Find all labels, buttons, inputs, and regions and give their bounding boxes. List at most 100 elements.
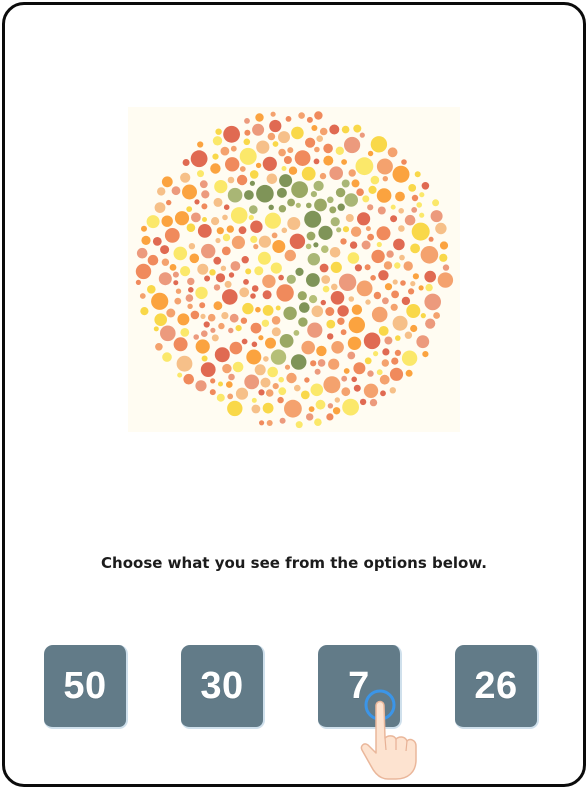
plate-dot — [197, 170, 204, 178]
plate-dot — [180, 172, 191, 183]
plate-dot — [146, 215, 160, 229]
plate-dot — [214, 347, 230, 363]
plate-dot — [223, 204, 230, 210]
plate-dot — [408, 288, 415, 295]
plate-dot — [279, 417, 286, 424]
plate-dot — [176, 355, 193, 372]
plate-dot — [244, 118, 250, 124]
plate-dot — [406, 304, 421, 318]
plate-dot — [293, 330, 300, 336]
plate-dot — [363, 332, 381, 350]
plate-dot — [414, 171, 421, 178]
plate-dot — [326, 413, 334, 421]
option-button-3[interactable]: 7 — [318, 645, 402, 729]
plate-dot — [152, 237, 162, 246]
plate-dot — [386, 250, 394, 258]
plate-dot — [153, 326, 159, 332]
plate-dot — [213, 301, 223, 311]
plate-dot — [284, 249, 296, 262]
plate-dot — [376, 188, 392, 203]
instruction-text: Choose what you see from the options bel… — [101, 554, 487, 572]
plate-dot — [297, 291, 307, 301]
plate-dot — [390, 303, 398, 311]
option-button-2[interactable]: 30 — [181, 645, 265, 729]
plate-dot — [245, 268, 252, 275]
plate-dot — [161, 258, 170, 266]
plate-dot — [314, 146, 320, 153]
plate-dot — [344, 193, 358, 207]
plate-dot — [255, 162, 262, 169]
plate-dot — [404, 331, 413, 339]
plate-dot — [351, 376, 357, 383]
plate-dot — [254, 266, 264, 276]
plate-dot — [364, 264, 371, 271]
option-button-1[interactable]: 50 — [44, 645, 128, 729]
plate-dot — [390, 204, 396, 210]
plate-dot — [306, 273, 320, 287]
plate-dot — [370, 136, 388, 153]
plate-dot — [329, 206, 337, 214]
plate-dot — [329, 166, 343, 180]
plate-dot — [321, 245, 329, 253]
plate-dot — [335, 146, 344, 155]
plate-dot — [307, 322, 323, 338]
plate-dot — [342, 226, 350, 233]
plate-dot — [338, 273, 357, 291]
plate-dot — [164, 228, 180, 243]
plate-dot — [329, 124, 340, 135]
plate-dot — [254, 364, 266, 376]
plate-dot — [328, 358, 340, 370]
plate-dot — [197, 224, 212, 238]
plate-dot — [411, 222, 430, 241]
option-button-4[interactable]: 26 — [455, 645, 539, 729]
plate-dot — [248, 214, 254, 221]
plate-dot — [278, 387, 287, 396]
plate-dot — [200, 362, 216, 377]
plate-dot — [270, 262, 282, 274]
plate-dot — [262, 402, 274, 414]
plate-dot — [195, 286, 208, 300]
plate-dot — [285, 116, 292, 122]
plate-dot — [367, 233, 374, 241]
plate-dot — [222, 233, 231, 242]
plate-dot — [437, 272, 454, 288]
plate-dot — [279, 174, 293, 188]
plate-dot — [299, 302, 310, 313]
plate-dot — [262, 290, 272, 300]
plate-dot — [211, 217, 220, 226]
plate-dot — [140, 307, 149, 316]
plate-dot — [200, 313, 206, 319]
plate-dot — [157, 187, 166, 196]
plate-dot — [232, 361, 244, 373]
plate-dot — [227, 400, 243, 417]
plate-dot — [295, 267, 304, 276]
plate-dot — [419, 192, 425, 198]
plate-dot — [212, 136, 223, 146]
plate-dot — [172, 271, 179, 278]
plate-dot — [210, 163, 221, 174]
plate-dot — [287, 147, 294, 154]
plate-dot — [201, 243, 216, 259]
plate-dot — [161, 215, 173, 227]
plate-dot — [249, 180, 255, 186]
plate-dot — [262, 156, 277, 171]
plate-dot — [246, 349, 262, 365]
plate-dot — [410, 281, 416, 287]
plate-dot — [322, 285, 330, 293]
plate-dot — [294, 384, 301, 392]
plate-dot — [389, 367, 404, 381]
plate-dot — [251, 341, 258, 348]
plate-dot — [307, 253, 320, 266]
plate-dot — [294, 150, 311, 166]
plate-dot — [332, 407, 341, 415]
plate-dot — [356, 188, 364, 196]
plate-dot — [160, 325, 176, 342]
plate-dot — [239, 147, 257, 165]
plate-dot — [410, 243, 420, 254]
plate-dot — [308, 406, 315, 412]
plate-dot — [278, 274, 284, 281]
plate-dot — [330, 261, 342, 273]
plate-dot — [197, 141, 204, 148]
plate-dot — [369, 398, 378, 407]
plate-dot — [392, 165, 410, 183]
